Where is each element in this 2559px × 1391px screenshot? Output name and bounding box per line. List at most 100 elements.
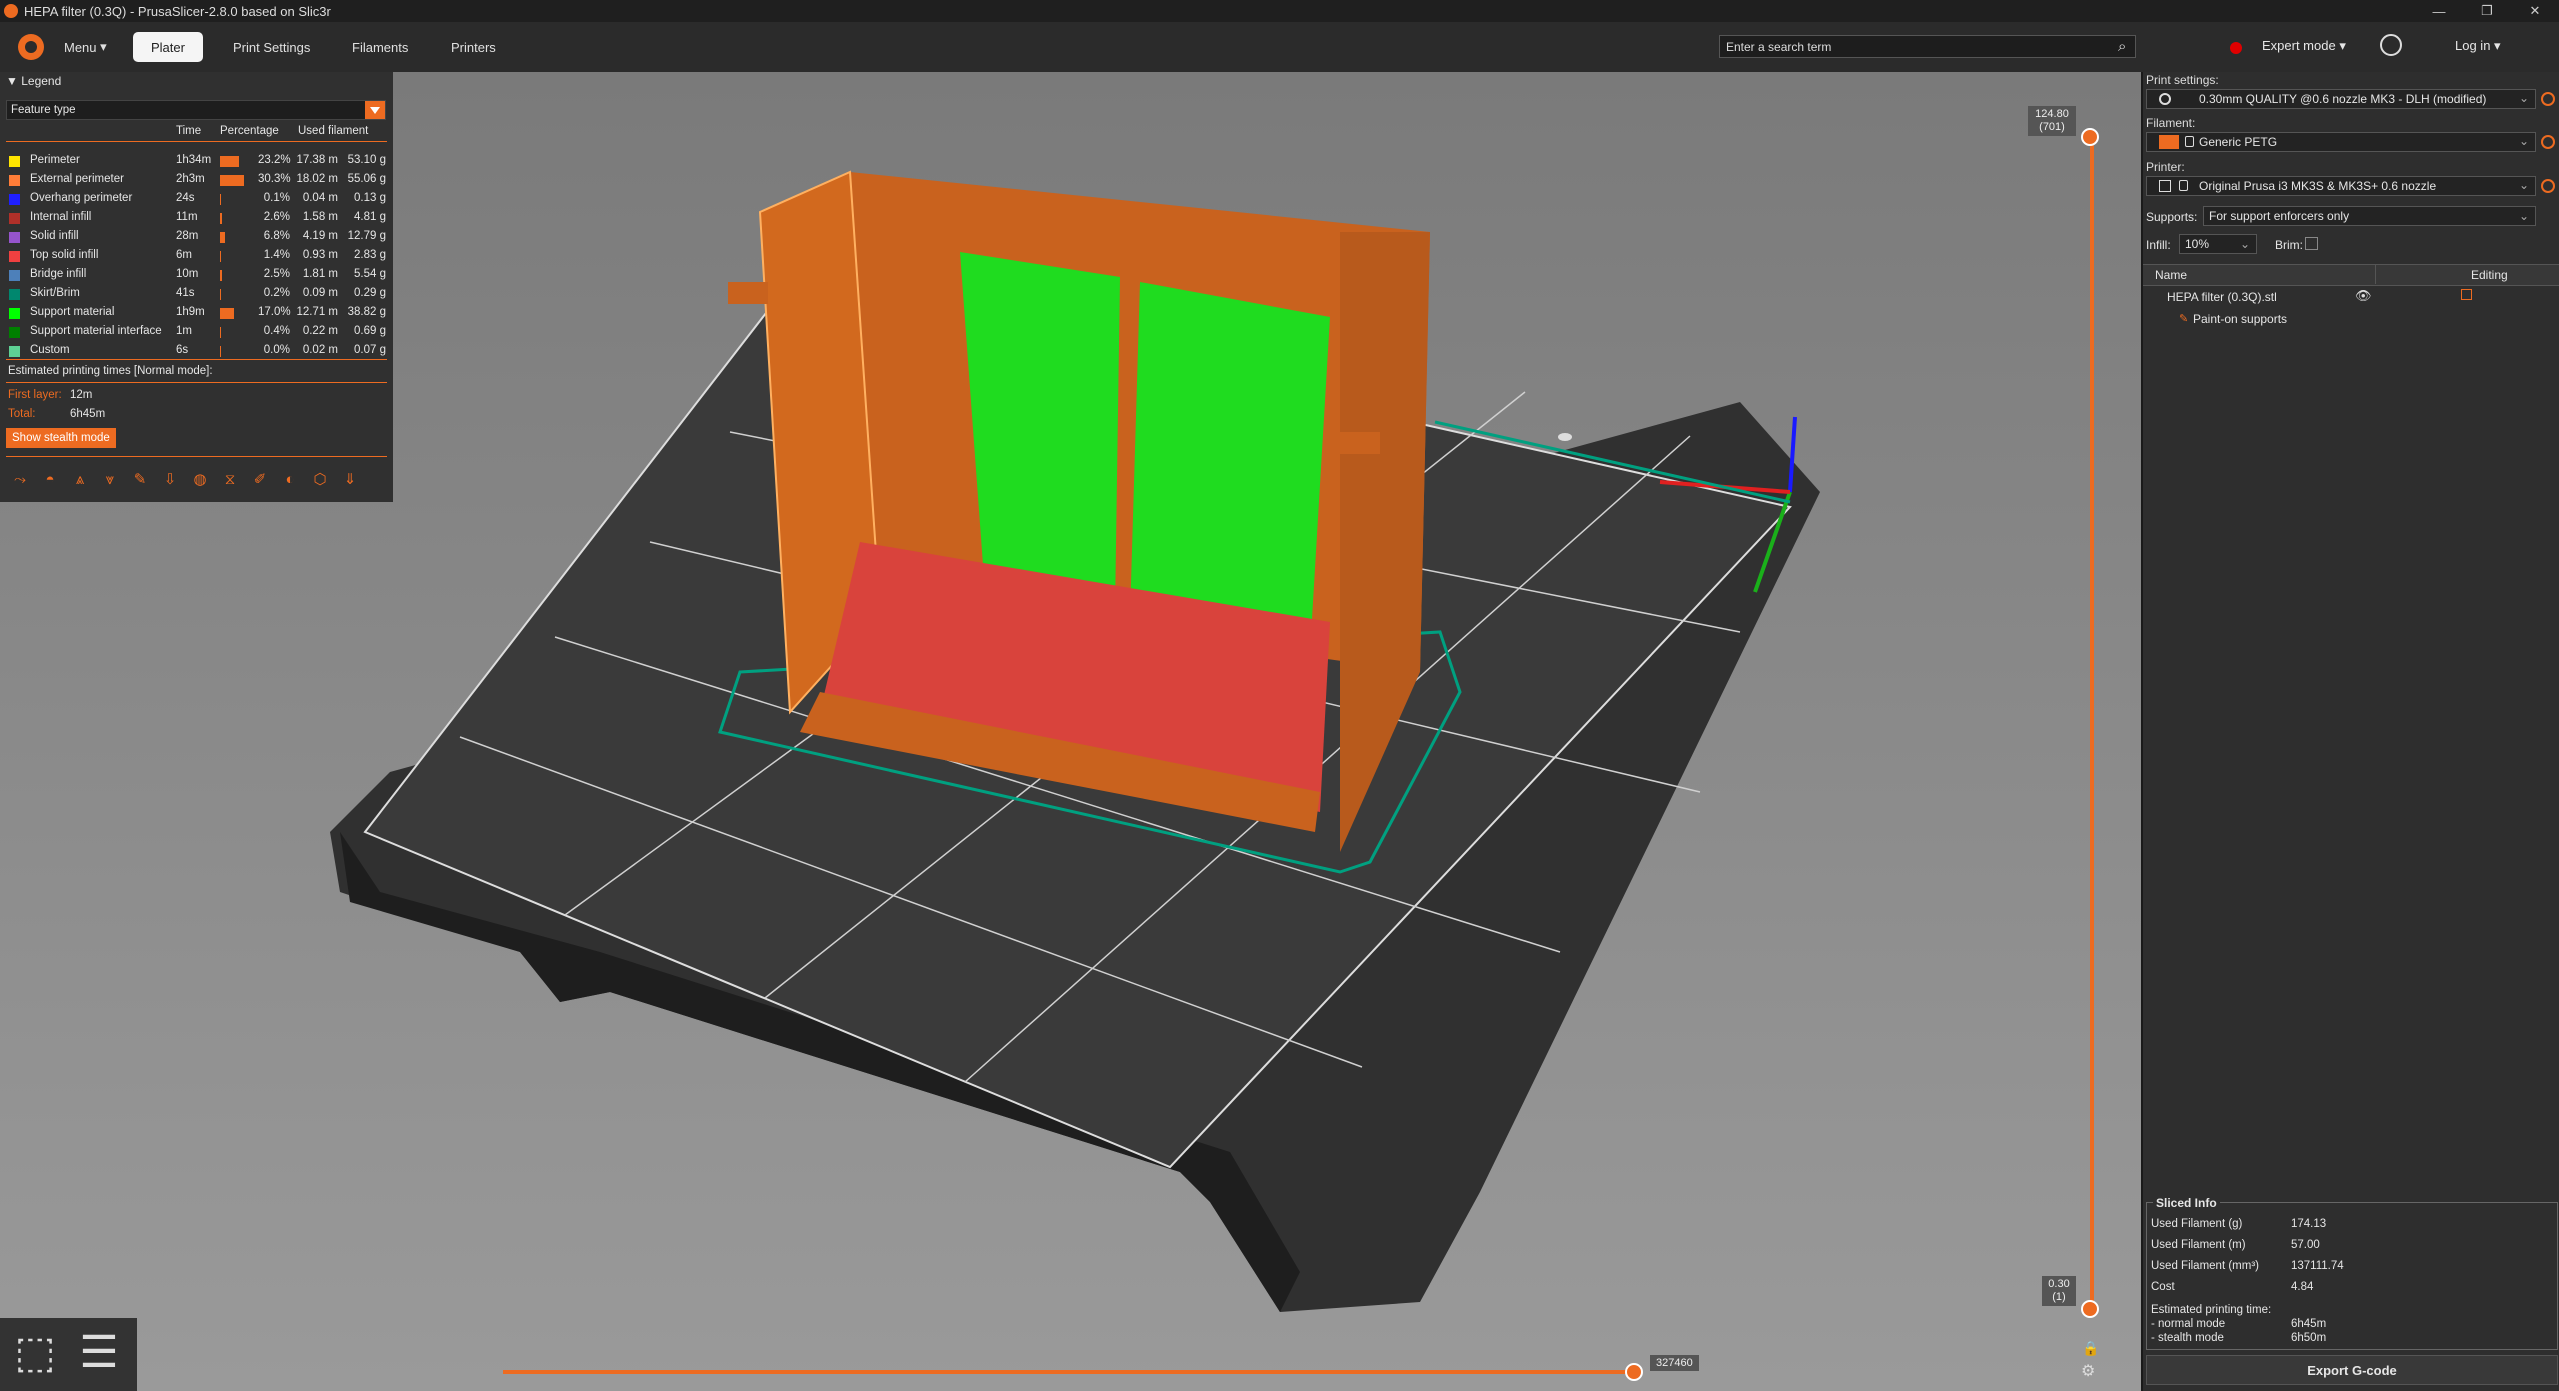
legend-used-grams: 4.81 g: [354, 211, 386, 223]
legend-percentage-bar: [220, 327, 221, 338]
export-gcode-button[interactable]: Export G-code: [2146, 1355, 2558, 1385]
filament-edit-icon[interactable]: [2541, 135, 2555, 149]
horizontal-move-slider[interactable]: [503, 1370, 1633, 1374]
preview-layers-icon[interactable]: ☰: [74, 1328, 124, 1378]
view-mode-switch: ⬚ ☰: [0, 1318, 137, 1391]
mode-selector[interactable]: Expert mode ▾: [2262, 38, 2346, 54]
seams-icon[interactable]: ✎: [128, 467, 152, 491]
legend-time: 1h9m: [176, 306, 205, 318]
infill-label: Infill:: [2146, 238, 2171, 252]
edit-icon[interactable]: [2461, 289, 2472, 300]
legend-feature-name: Top solid infill: [30, 249, 99, 261]
center-of-gravity-icon[interactable]: ◐: [278, 467, 302, 491]
tool-marker-icon[interactable]: ⇓: [338, 467, 362, 491]
search-icon[interactable]: ⌕: [2118, 38, 2134, 55]
color-changes-icon[interactable]: ◍: [188, 467, 212, 491]
object-list-item[interactable]: HEPA filter (0.3Q).stl: [2167, 290, 2277, 304]
legend-row[interactable]: Skirt/Brim 41s 0.2% 0.09 m 0.29 g: [0, 285, 393, 304]
supports-select[interactable]: For support enforcers only ⌄: [2203, 206, 2536, 226]
login-button[interactable]: Log in ▾: [2455, 38, 2501, 54]
legend-percentage: 0.1%: [263, 192, 290, 204]
brim-checkbox[interactable]: [2305, 237, 2318, 250]
pause-prints-icon[interactable]: ⧖: [218, 467, 242, 491]
close-button[interactable]: ✕: [2511, 0, 2559, 22]
layer-slider-top-thumb[interactable]: [2081, 128, 2099, 146]
legend-row[interactable]: Solid infill 28m 6.8% 4.19 m 12.79 g: [0, 228, 393, 247]
printer-edit-icon[interactable]: [2541, 179, 2555, 193]
brim-label: Brim:: [2275, 238, 2303, 252]
legend-row[interactable]: Overhang perimeter 24s 0.1% 0.04 m 0.13 g: [0, 190, 393, 209]
legend-row[interactable]: Internal infill 11m 2.6% 1.58 m 4.81 g: [0, 209, 393, 228]
legend-row[interactable]: External perimeter 2h3m 30.3% 18.02 m 55.06 …: [0, 171, 393, 190]
sliced-info-key: - normal mode: [2151, 1318, 2226, 1330]
custom-gcodes-icon[interactable]: ✐: [248, 467, 272, 491]
lock-icon: [2179, 180, 2188, 191]
tool-changes-icon[interactable]: ⇩: [158, 467, 182, 491]
print-settings-combo[interactable]: 0.30mm QUALITY @0.6 nozzle MK3 - DLH (mo…: [2146, 89, 2536, 109]
legend-panel: ▼ Legend Feature type Time Percentage Us…: [0, 72, 393, 502]
legend-feature-name: Support material interface: [30, 325, 162, 337]
horizontal-slider-thumb[interactable]: [1625, 1363, 1643, 1381]
filament-combo[interactable]: Generic PETG ⌄: [2146, 132, 2536, 152]
legend-feature-name: External perimeter: [30, 173, 124, 185]
retractions-icon[interactable]: ⩓: [68, 467, 92, 491]
window-title: HEPA filter (0.3Q) - PrusaSlicer-2.8.0 b…: [24, 3, 331, 19]
user-icon[interactable]: [2380, 34, 2402, 56]
shells-icon[interactable]: ⬡: [308, 467, 332, 491]
minimize-button[interactable]: —: [2415, 0, 2463, 22]
legend-used-meters: 1.81 m: [302, 268, 338, 280]
maximize-button[interactable]: ❐: [2463, 0, 2511, 22]
paint-brush-icon: ✎: [2179, 313, 2189, 325]
app-icon: [4, 4, 18, 18]
chevron-down-icon: ⌄: [2518, 178, 2529, 192]
filament-color-swatch[interactable]: [2159, 135, 2179, 149]
travel-icon[interactable]: ⤳: [8, 467, 32, 491]
sliced-info-key: - stealth mode: [2151, 1332, 2224, 1344]
legend-toolbar: ⤳ ◓ ⩓ ⩔ ✎ ⇩ ◍ ⧖ ✐ ◐ ⬡ ⇓: [8, 467, 362, 491]
legend-row[interactable]: Support material interface 1m 0.4% 0.22 m 0.…: [0, 323, 393, 342]
vertical-layer-slider[interactable]: [2090, 136, 2094, 1308]
total-label: Total:: [8, 408, 36, 420]
col-time: Time: [176, 125, 202, 137]
view-type-select[interactable]: Feature type: [6, 100, 386, 120]
eye-icon[interactable]: 👁: [2355, 288, 2372, 304]
legend-header[interactable]: ▼ Legend: [0, 72, 393, 90]
search-input[interactable]: [1719, 35, 2136, 58]
object-editing-header[interactable]: Editing: [2471, 268, 2508, 282]
print-settings-edit-icon[interactable]: [2541, 92, 2555, 106]
legend-percentage: 0.4%: [263, 325, 290, 337]
tab-print-settings[interactable]: Print Settings: [215, 32, 328, 62]
object-name-header[interactable]: Name: [2155, 268, 2187, 282]
printer-combo[interactable]: Original Prusa i3 MK3S & MK3S+ 0.6 nozzl…: [2146, 176, 2536, 196]
show-stealth-mode-button[interactable]: Show stealth mode: [6, 428, 116, 448]
legend-percentage-bar: [220, 175, 245, 186]
legend-row[interactable]: Top solid infill 6m 1.4% 0.93 m 2.83 g: [0, 247, 393, 266]
menu-button[interactable]: Menu ▾: [46, 32, 125, 62]
legend-feature-name: Solid infill: [30, 230, 79, 242]
lock-icon[interactable]: 🔒: [2082, 1340, 2099, 1357]
legend-percentage-bar: [220, 232, 226, 243]
deretractions-icon[interactable]: ⩔: [98, 467, 122, 491]
layer-slider-bottom-thumb[interactable]: [2081, 1300, 2099, 1318]
print-settings-label: Print settings:: [2146, 73, 2219, 87]
layer-top-label: 124.80 (701): [2028, 106, 2076, 136]
first-layer-label: First layer:: [8, 389, 62, 401]
cog-icon[interactable]: ⚙: [2081, 1361, 2095, 1381]
tab-plater[interactable]: Plater: [133, 32, 203, 62]
dropdown-arrow-icon[interactable]: [365, 101, 385, 119]
legend-row[interactable]: Bridge infill 10m 2.5% 1.81 m 5.54 g: [0, 266, 393, 285]
tab-printers[interactable]: Printers: [433, 32, 514, 62]
infill-select[interactable]: 10% ⌄: [2179, 234, 2257, 254]
legend-row[interactable]: Support material 1h9m 17.0% 12.71 m 38.82 g: [0, 304, 393, 323]
legend-color-swatch: [9, 346, 20, 357]
layer-bottom-label: 0.30 (1): [2042, 1276, 2076, 1306]
tab-filaments[interactable]: Filaments: [334, 32, 426, 62]
legend-used-meters: 0.22 m: [302, 325, 338, 337]
object-sub-item[interactable]: Paint-on supports: [2193, 312, 2287, 326]
divider: [6, 382, 387, 383]
legend-row[interactable]: Perimeter 1h34m 23.2% 17.38 m 53.10 g: [0, 152, 393, 171]
sliced-info-key: Estimated printing time:: [2151, 1304, 2272, 1316]
wipe-icon[interactable]: ◓: [38, 467, 62, 491]
3d-view-icon[interactable]: ⬚: [10, 1328, 60, 1378]
divider: [6, 141, 387, 142]
